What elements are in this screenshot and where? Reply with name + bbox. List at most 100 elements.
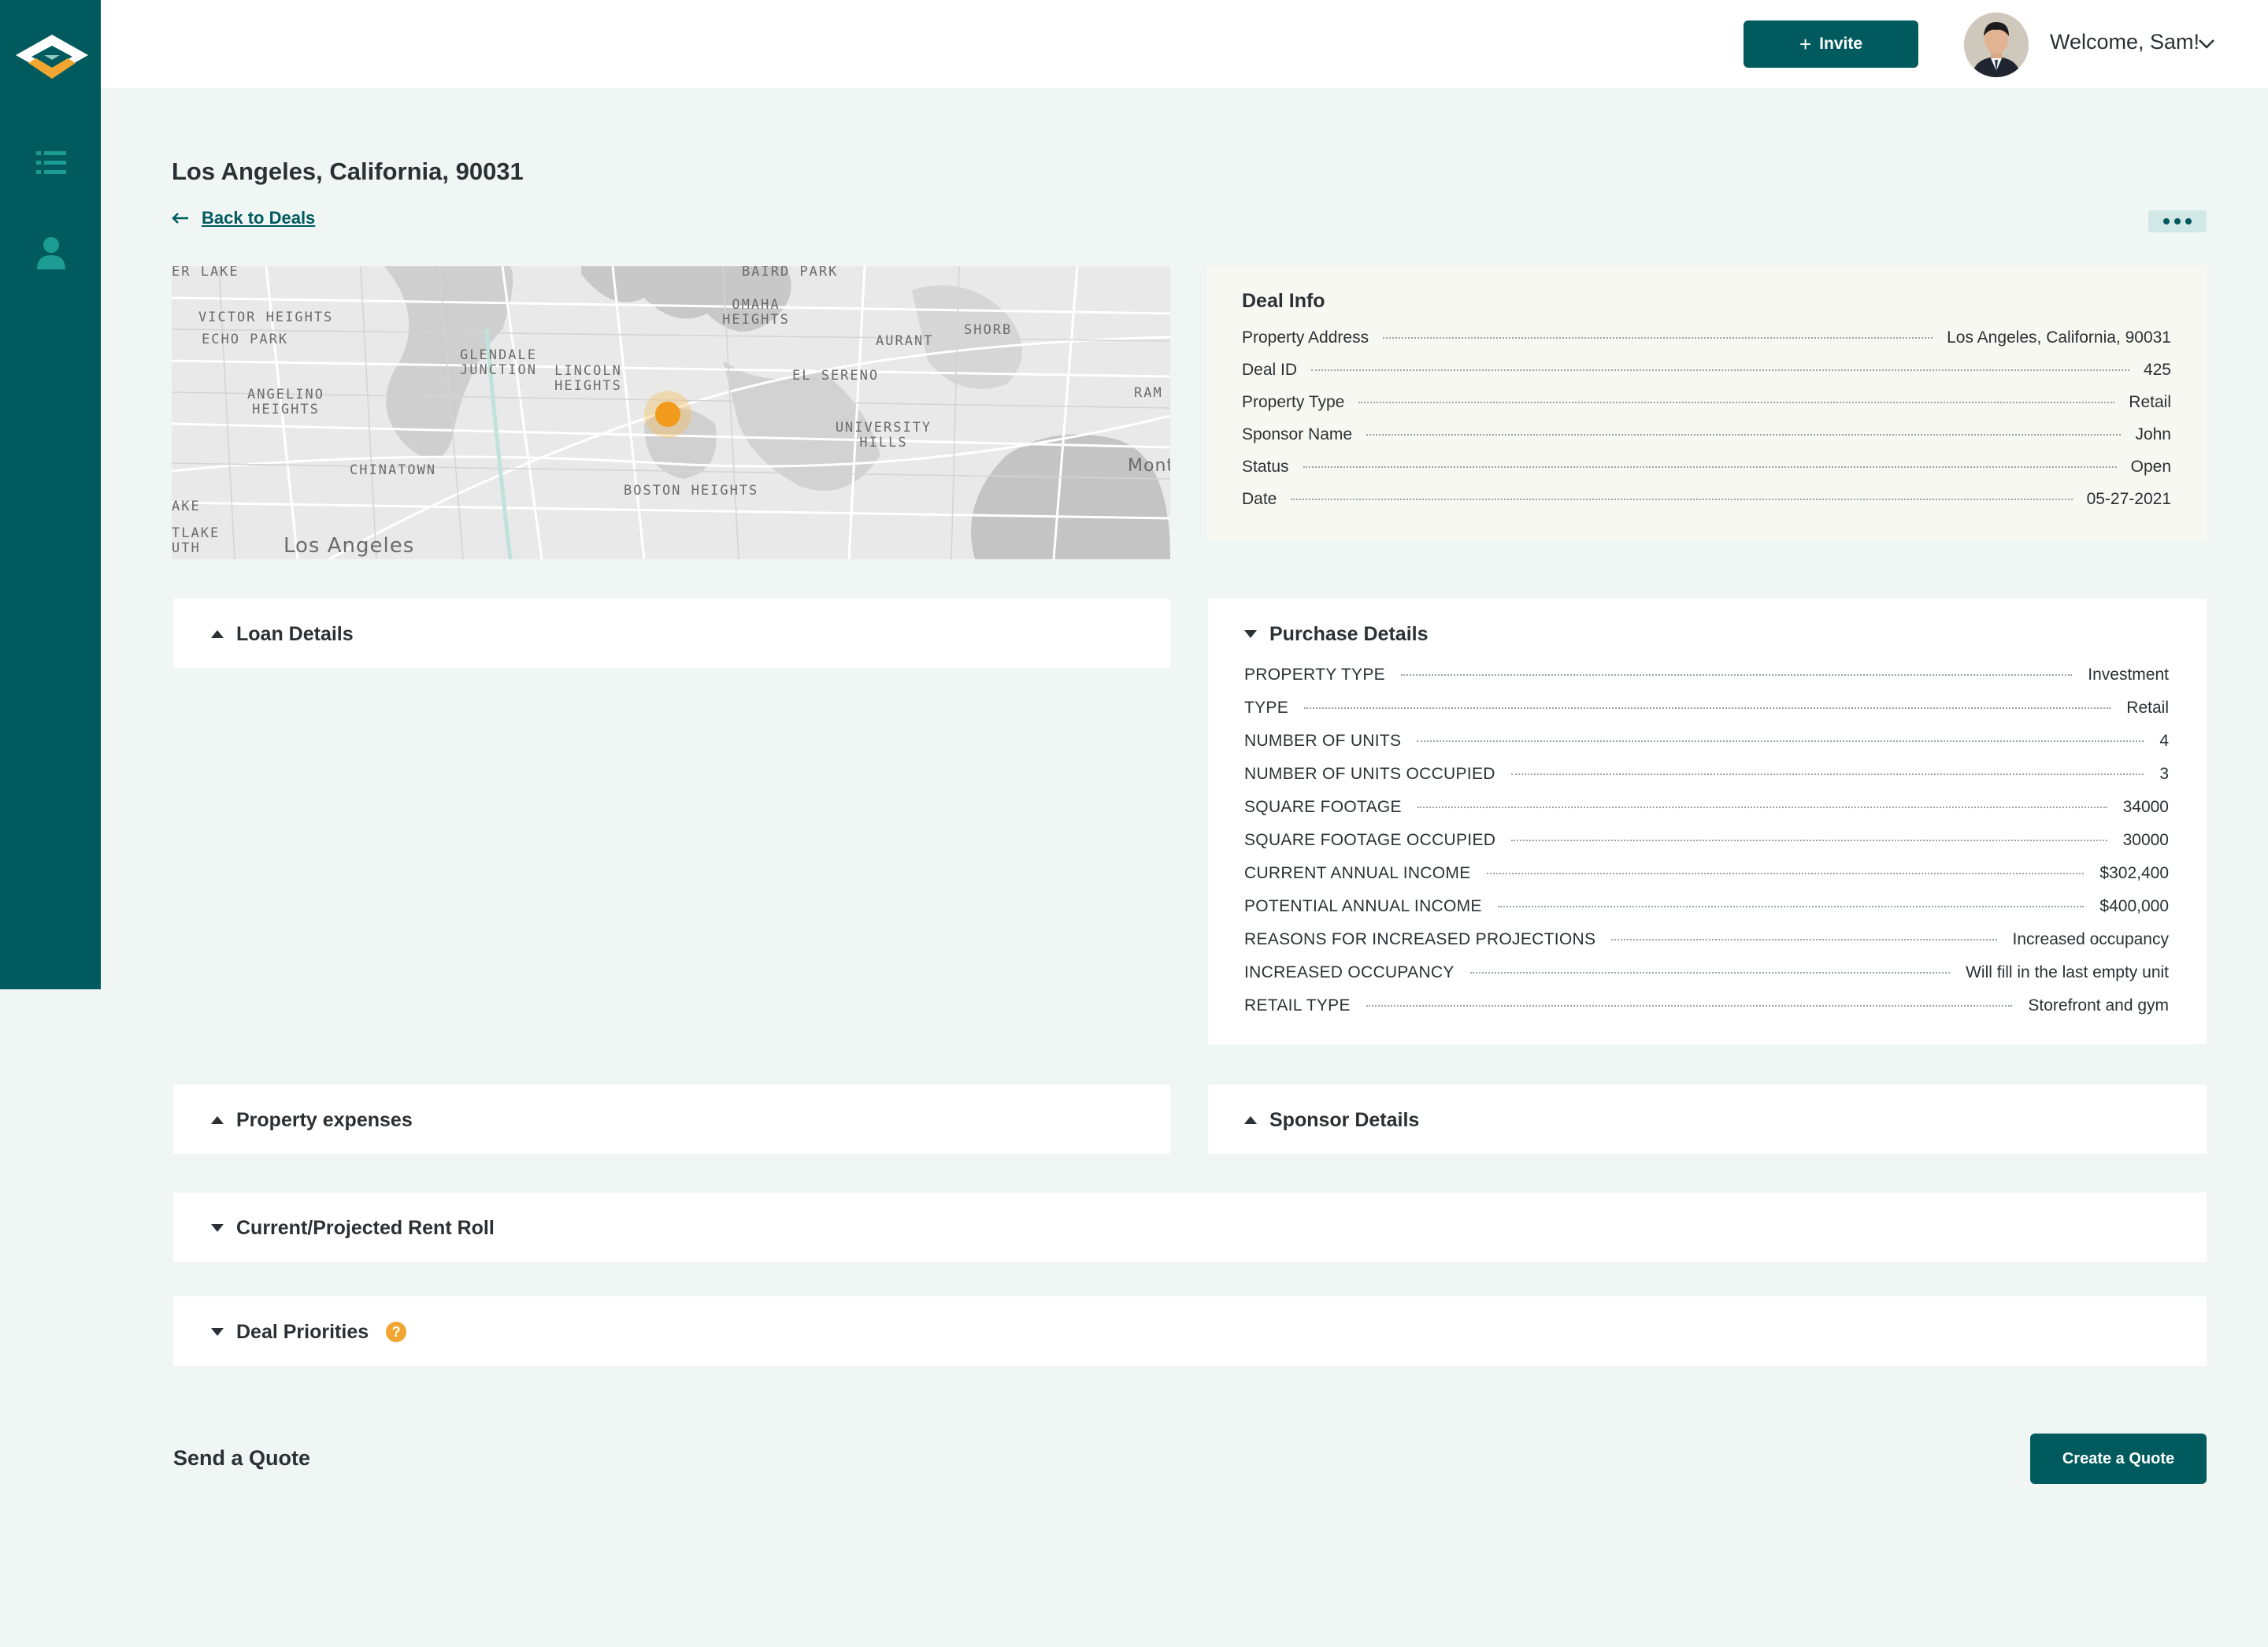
dotted-leader <box>1611 939 1996 940</box>
back-to-deals-link[interactable]: Back to Deals <box>172 208 315 228</box>
rent-roll-toggle[interactable]: Current/Projected Rent Roll <box>211 1193 495 1263</box>
deal-priorities-title: Deal Priorities <box>236 1321 369 1344</box>
dotted-leader <box>1511 840 2107 841</box>
purchase-label: RETAIL TYPE <box>1244 996 1351 1015</box>
deal-priorities-panel: Deal Priorities ? <box>173 1296 2207 1366</box>
property-expenses-toggle[interactable]: Property expenses <box>211 1085 413 1155</box>
map-label: AURANT <box>876 334 933 349</box>
purchase-label: NUMBER OF UNITS <box>1244 732 1401 751</box>
user-icon[interactable] <box>35 236 68 269</box>
purchase-row: SQUARE FOOTAGE 34000 <box>1244 798 2169 831</box>
loan-details-toggle[interactable]: Loan Details <box>211 599 354 670</box>
map-label: Los Angeles <box>284 539 414 554</box>
deal-info-label: Sponsor Name <box>1242 425 1352 444</box>
deal-info-label: Property Address <box>1242 328 1369 347</box>
deal-info-label: Deal ID <box>1242 361 1297 380</box>
send-quote-heading: Send a Quote <box>173 1446 310 1471</box>
dotted-leader <box>1311 369 2129 371</box>
deal-info-row: Property Address Los Angeles, California… <box>1242 328 2171 361</box>
purchase-label: NUMBER OF UNITS OCCUPIED <box>1244 765 1495 784</box>
purchase-details-title: Purchase Details <box>1269 623 1429 646</box>
dotted-leader <box>1401 674 2072 676</box>
caret-up-icon <box>211 1116 224 1124</box>
dotted-leader <box>1366 1005 2013 1007</box>
map-label: BAIRD PARK <box>742 266 838 280</box>
purchase-value: $400,000 <box>2099 897 2169 916</box>
more-options-button[interactable] <box>2148 210 2207 232</box>
map-label: VICTOR HEIGHTS <box>198 310 333 325</box>
more-dot-icon <box>2185 218 2192 224</box>
rent-roll-panel: Current/Projected Rent Roll <box>173 1193 2207 1262</box>
map-label: ECHO PARK <box>202 332 288 347</box>
map-label: UNIVERSITY HILLS <box>828 421 939 451</box>
map-label: OMAHA HEIGHTS <box>709 298 803 328</box>
purchase-row: NUMBER OF UNITS OCCUPIED 3 <box>1244 765 2169 798</box>
caret-down-icon <box>211 1224 224 1232</box>
purchase-value: Storefront and gym <box>2028 996 2169 1015</box>
help-icon[interactable]: ? <box>386 1322 406 1342</box>
deal-info-label: Property Type <box>1242 393 1344 412</box>
sponsor-details-toggle[interactable]: Sponsor Details <box>1244 1085 1419 1155</box>
logo[interactable] <box>13 32 91 87</box>
purchase-details-toggle[interactable]: Purchase Details <box>1244 599 1429 670</box>
purchase-value: $302,400 <box>2099 864 2169 883</box>
map-label: ER LAKE <box>172 266 239 280</box>
dotted-leader <box>1498 906 2085 907</box>
deal-info-value: 05-27-2021 <box>2087 490 2171 509</box>
deal-info-row: Property Type Retail <box>1242 393 2171 425</box>
list-icon[interactable] <box>35 147 68 180</box>
property-expenses-panel: Property expenses <box>173 1085 1170 1154</box>
dotted-leader <box>1417 740 2144 742</box>
map-label: EL SERENO <box>792 369 879 384</box>
deal-info-row: Sponsor Name John <box>1242 425 2171 458</box>
purchase-row: INCREASED OCCUPANCY Will fill in the las… <box>1244 963 2169 996</box>
purchase-row: RETAIL TYPE Storefront and gym <box>1244 996 2169 1029</box>
purchase-value: 4 <box>2159 732 2169 751</box>
purchase-row: NUMBER OF UNITS 4 <box>1244 732 2169 765</box>
dotted-leader <box>1366 434 2121 436</box>
map-label: BOSTON HEIGHTS <box>624 484 758 499</box>
invite-button[interactable]: + Invite <box>1744 20 1918 68</box>
page-title: Los Angeles, California, 90031 <box>172 158 524 186</box>
deal-info-value: Los Angeles, California, 90031 <box>1947 328 2171 347</box>
caret-down-icon <box>211 1328 224 1336</box>
map-label: Mont <box>1128 458 1170 473</box>
deal-info-value: 425 <box>2144 361 2171 380</box>
sponsor-details-panel: Sponsor Details <box>1208 1085 2207 1154</box>
more-dot-icon <box>2174 218 2181 224</box>
caret-up-icon <box>1244 1116 1257 1124</box>
purchase-row: CURRENT ANNUAL INCOME $302,400 <box>1244 864 2169 897</box>
rent-roll-title: Current/Projected Rent Roll <box>236 1217 495 1240</box>
deal-priorities-toggle[interactable]: Deal Priorities ? <box>211 1296 406 1367</box>
purchase-label: CURRENT ANNUAL INCOME <box>1244 864 1471 883</box>
purchase-row: PROPERTY TYPE Investment <box>1244 666 2169 699</box>
deal-info-row: Status Open <box>1242 458 2171 490</box>
caret-up-icon <box>211 630 224 638</box>
dotted-leader <box>1511 773 2144 775</box>
purchase-label: TYPE <box>1244 699 1288 718</box>
dotted-leader <box>1291 499 2072 500</box>
deal-info-row: Date 05-27-2021 <box>1242 490 2171 522</box>
dotted-leader <box>1358 402 2114 403</box>
chevron-down-icon[interactable] <box>2197 35 2216 54</box>
dotted-leader <box>1383 337 1933 339</box>
purchase-label: PROPERTY TYPE <box>1244 666 1385 684</box>
deal-info-value: Open <box>2131 458 2171 477</box>
dotted-leader <box>1418 807 2107 808</box>
sponsor-details-title: Sponsor Details <box>1269 1109 1419 1132</box>
loan-details-title: Loan Details <box>236 623 354 646</box>
deal-info-label: Status <box>1242 458 1289 477</box>
purchase-row: TYPE Retail <box>1244 699 2169 732</box>
property-map[interactable]: ER LAKE BAIRD PARK VICTOR HEIGHTS ECHO P… <box>172 266 1170 559</box>
purchase-details-list: PROPERTY TYPE Investment TYPE Retail NUM… <box>1244 666 2169 1029</box>
map-label: SHORB <box>964 323 1012 338</box>
create-quote-button[interactable]: Create a Quote <box>2030 1434 2207 1484</box>
welcome-text[interactable]: Welcome, Sam! <box>2050 30 2199 54</box>
invite-label: Invite <box>1819 35 1862 54</box>
avatar[interactable] <box>1964 13 2029 77</box>
arrow-left-icon <box>172 212 189 224</box>
purchase-row: POTENTIAL ANNUAL INCOME $400,000 <box>1244 897 2169 930</box>
plus-icon: + <box>1799 34 1811 54</box>
purchase-value: Retail <box>2126 699 2169 718</box>
map-label: GLENDALE JUNCTION <box>447 348 550 378</box>
